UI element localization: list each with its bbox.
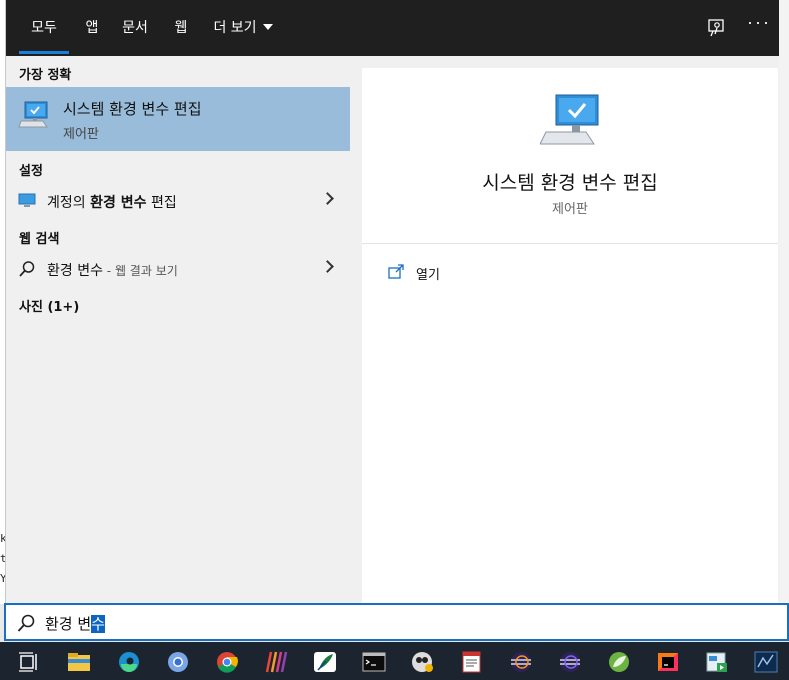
system-monitor-icon (18, 101, 48, 128)
background-window (779, 0, 789, 604)
chromium-icon[interactable] (165, 650, 191, 674)
section-best-match: 가장 정확 (19, 68, 72, 83)
tab-more-label: 더 보기 (213, 20, 257, 36)
app-stripes-icon[interactable] (263, 650, 289, 674)
graph-app-icon[interactable] (753, 650, 779, 674)
media-app-icon[interactable] (410, 650, 436, 674)
detail-title: 시스템 환경 변수 편집 (482, 172, 658, 194)
web-search-result[interactable]: 환경 변수 - 웹 결과 보기 (6, 252, 350, 286)
terminal-icon[interactable] (361, 650, 387, 674)
eclipse-alt-icon[interactable] (557, 650, 583, 674)
web-search-result-label: 환경 변수 - 웹 결과 보기 (47, 263, 178, 279)
search-icon (19, 261, 35, 277)
taskbar (0, 642, 789, 680)
feedback-icon[interactable] (702, 14, 730, 42)
notepad-icon[interactable] (459, 650, 485, 674)
search-input-value: 환경 변수 (45, 615, 105, 633)
detail-subtitle: 제어판 (552, 202, 588, 217)
settings-result[interactable]: 계정의 환경 변수 편집 (6, 184, 350, 218)
edge-icon[interactable] (116, 650, 142, 674)
spring-icon[interactable] (606, 650, 632, 674)
section-settings: 설정 (19, 164, 43, 179)
section-photos[interactable]: 사진 (1+) (19, 296, 79, 315)
eclipse-icon[interactable] (508, 650, 534, 674)
tab-apps[interactable]: 앱 (79, 0, 105, 56)
feather-app-icon[interactable] (312, 650, 338, 674)
results-list: 가장 정확 시스템 환경 변수 편집 제어판 설정 계정의 환경 변수 편집 웹… (6, 56, 350, 604)
tab-more[interactable]: 더 보기 (210, 0, 276, 56)
open-action[interactable]: 열기 (388, 262, 588, 284)
chevron-right-icon[interactable] (321, 192, 334, 205)
best-match-title: 시스템 환경 변수 편집 (63, 100, 202, 118)
open-icon (388, 264, 404, 279)
app-window-icon[interactable] (704, 650, 730, 674)
more-options-icon[interactable]: ··· (747, 12, 771, 33)
open-action-label: 열기 (416, 268, 440, 283)
file-explorer-icon[interactable] (66, 650, 92, 674)
result-detail-pane: 시스템 환경 변수 편집 제어판 열기 (362, 68, 778, 604)
best-match-subtitle: 제어판 (63, 127, 99, 142)
divider (362, 243, 778, 244)
tab-web[interactable]: 웹 (168, 0, 194, 56)
tab-all[interactable]: 모두 (19, 0, 69, 56)
search-input[interactable]: 환경 변수 (4, 603, 789, 641)
search-icon (17, 614, 35, 632)
start-search-panel: 모두 앱 문서 웹 더 보기 ··· 가장 정확 시스템 환경 변수 편집 제어… (5, 0, 789, 604)
chrome-icon[interactable] (214, 650, 240, 674)
settings-result-label: 계정의 환경 변수 편집 (47, 195, 177, 211)
intellij-icon[interactable] (655, 650, 681, 674)
tab-documents[interactable]: 문서 (118, 0, 152, 56)
search-scope-tabs: 모두 앱 문서 웹 더 보기 ··· (6, 0, 789, 56)
section-web-search: 웹 검색 (19, 232, 60, 247)
system-monitor-icon (540, 94, 599, 145)
task-view-icon[interactable] (16, 650, 42, 674)
monitor-icon (18, 193, 36, 207)
chevron-down-icon (262, 24, 273, 30)
best-match-result[interactable]: 시스템 환경 변수 편집 제어판 (6, 87, 350, 151)
chevron-right-icon[interactable] (321, 260, 334, 273)
